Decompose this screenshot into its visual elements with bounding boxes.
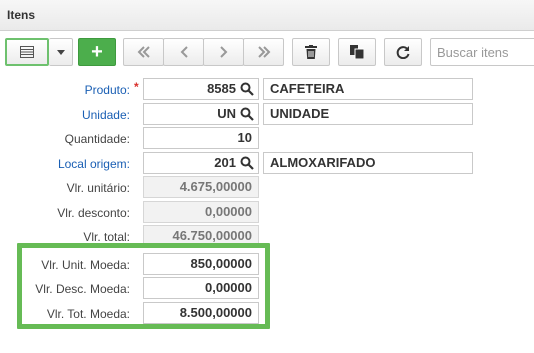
grid-view-button[interactable] (5, 38, 49, 66)
vlr-desc-moeda-label: Vlr. Desc. Moeda: (35, 282, 130, 296)
add-button[interactable]: + (78, 38, 116, 66)
grid-icon (20, 46, 34, 58)
plus-icon: + (91, 40, 103, 63)
local-origem-code-field[interactable]: 201 (143, 152, 259, 174)
next-icon (219, 46, 227, 58)
required-mark: * (134, 80, 139, 94)
duplicate-button[interactable] (338, 38, 376, 66)
prev-icon (180, 46, 188, 58)
produto-description-field[interactable]: CAFETEIRA (263, 78, 473, 100)
panel-title: Itens (7, 8, 36, 22)
produto-code-field[interactable]: 8585 (143, 78, 259, 100)
delete-button[interactable] (292, 38, 330, 66)
produto-code-value: 8585 (207, 81, 236, 96)
quantidade-field[interactable]: 10 (143, 127, 259, 149)
local-origem-label[interactable]: Local origem: (0, 156, 130, 172)
last-record-button[interactable] (243, 38, 284, 66)
first-record-button[interactable] (123, 38, 164, 66)
search-icon[interactable] (240, 107, 254, 121)
vlr-tot-moeda-field[interactable]: 8.500,00000 (143, 302, 259, 324)
vlr-desc-moeda-field[interactable]: 0,00000 (143, 277, 259, 299)
quantidade-label: Quantidade: (64, 132, 130, 146)
vlr-unitario-label: Vlr. unitário: (66, 181, 130, 195)
local-origem-description-field[interactable]: ALMOXARIFADO (263, 152, 473, 174)
unidade-description-field[interactable]: UNIDADE (263, 103, 473, 125)
next-record-button[interactable] (203, 38, 244, 66)
vlr-desconto-label: Vlr. desconto: (57, 206, 130, 220)
panel-header: Itens (0, 0, 534, 31)
search-icon[interactable] (240, 82, 254, 96)
refresh-icon (396, 46, 410, 59)
unidade-code-field[interactable]: UN (143, 103, 259, 125)
last-icon (257, 46, 270, 58)
first-icon (137, 46, 150, 58)
vlr-desconto-field: 0,00000 (143, 201, 259, 223)
vlr-unit-moeda-field[interactable]: 850,00000 (143, 253, 259, 275)
trash-icon (305, 45, 317, 59)
caret-down-icon (56, 49, 65, 55)
search-icon[interactable] (240, 156, 254, 170)
vlr-unit-moeda-label: Vlr. Unit. Moeda: (41, 258, 130, 272)
unidade-label[interactable]: Unidade: (0, 107, 130, 123)
previous-record-button[interactable] (163, 38, 204, 66)
vlr-unitario-field: 4.675,00000 (143, 176, 259, 198)
toolbar: + (0, 32, 534, 72)
view-menu-button[interactable] (49, 38, 73, 66)
search-input[interactable] (430, 38, 534, 66)
refresh-button[interactable] (384, 38, 422, 66)
produto-label[interactable]: Produto: (0, 82, 130, 98)
unidade-code-value: UN (217, 106, 236, 121)
vlr-tot-moeda-label: Vlr. Tot. Moeda: (46, 307, 130, 321)
local-origem-code-value: 201 (214, 155, 236, 170)
copy-icon (350, 45, 364, 59)
